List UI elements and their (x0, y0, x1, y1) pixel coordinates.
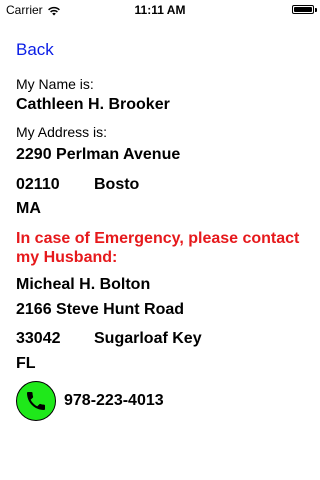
owner-name: Cathleen H. Brooker (16, 96, 170, 113)
contact-city: Sugarloaf Key (94, 330, 202, 347)
owner-street: 2290 Perlman Avenue (16, 146, 181, 163)
phone-icon[interactable] (16, 381, 56, 421)
owner-city: Bosto (94, 176, 140, 193)
phone-handset-glyph (27, 392, 45, 410)
owner-state: MA (16, 200, 41, 217)
emergency-notice: In case of Emergency, please contact my … (16, 230, 300, 266)
back-button[interactable]: Back (16, 40, 54, 60)
battery-icon (292, 5, 314, 14)
contact-zip: 33042 (16, 330, 61, 347)
status-bar: Carrier 11:11 AM (0, 0, 320, 20)
status-time: 11:11 AM (134, 3, 186, 17)
address-label: My Address is: (16, 124, 108, 140)
contact-name: Micheal H. Bolton (16, 276, 151, 293)
battery-tip (315, 8, 317, 12)
name-label: My Name is: (16, 76, 94, 92)
owner-zip: 02110 (16, 176, 60, 193)
contact-state: FL (16, 355, 36, 372)
contact-street: 2166 Steve Hunt Road (16, 301, 185, 318)
phone-number-link[interactable]: 978-223-4013 (64, 392, 164, 410)
